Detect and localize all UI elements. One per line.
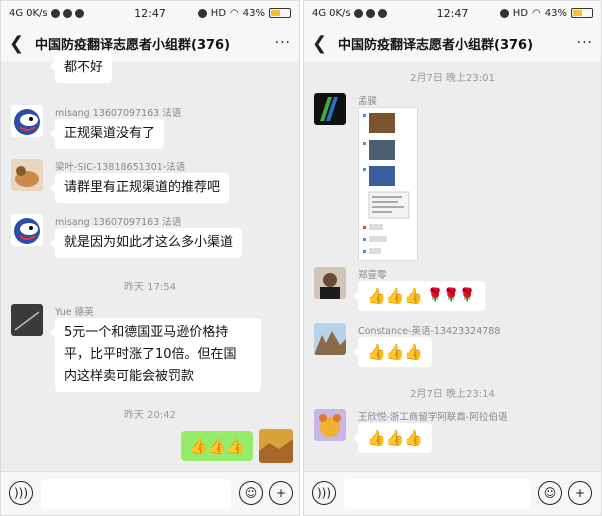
battery-icon <box>269 8 291 18</box>
message-bubble[interactable]: 👍👍👍 <box>352 337 433 367</box>
sender-name: misang 13607097163 法语 <box>55 108 182 119</box>
sender-name: 王欣悦-浙工商留学阿联酋-阿拉伯语 <box>358 412 508 423</box>
left-chat-screen: 4G 0K/s 12:47 HD ◠ 43% ❮ 中国防疫翻译志愿者小组群(37… <box>0 0 300 516</box>
sender-name: 梁叶-SIC-13818651301-法语 <box>55 162 186 173</box>
message-bubble[interactable]: 5元一个和德国亚马逊价格持 平，比平时涨了10倍。但在国 内这样卖可能会被罚款 <box>50 318 261 392</box>
message-item: 孟骏 <box>314 93 595 263</box>
emoji-icon[interactable]: ☺ <box>239 481 263 505</box>
message-input[interactable] <box>41 479 231 509</box>
avatar[interactable] <box>314 93 346 125</box>
status-bar: 4G 0K/s 12:47 HD ◠ 43% <box>304 1 601 25</box>
message-text-line: 内这样卖可能会被罚款 <box>64 369 195 384</box>
message-bubble[interactable]: 👍👍👍 🌹🌹🌹 <box>353 281 485 311</box>
avatar[interactable] <box>11 159 43 191</box>
emoji-icon[interactable]: ☺ <box>538 481 562 505</box>
avatar[interactable] <box>314 323 346 355</box>
avatar[interactable] <box>11 214 43 246</box>
sender-name: 郑壹零 <box>358 270 387 281</box>
timestamp: 昨天 20:42 <box>124 410 176 421</box>
rose-icon: 🌹🌹🌹 <box>427 288 476 303</box>
battery-icon <box>571 8 593 18</box>
message-item: Constance-英语-13423324788 👍👍👍 <box>314 323 595 373</box>
group-title: 中国防疫翻译志愿者小组群(376) <box>338 37 534 53</box>
thumbs-up-icon: 👍👍👍 <box>367 429 424 447</box>
message-text: 请群里有正规渠道的推荐吧 <box>64 180 221 195</box>
message-bubble[interactable]: 👍👍👍 <box>352 423 433 453</box>
avatar[interactable] <box>314 409 346 441</box>
message-item: Yue 德英 5元一个和德国亚马逊价格持 平，比平时涨了10倍。但在国 内这样卖… <box>11 304 293 394</box>
group-title: 中国防疫翻译志愿者小组群(376) <box>35 37 231 53</box>
avatar[interactable] <box>11 105 43 137</box>
timestamp: 2月7日 晚上23:14 <box>410 389 495 400</box>
image-message[interactable] <box>358 107 418 261</box>
message-item: 郑壹零 👍👍👍 🌹🌹🌹 <box>314 267 595 317</box>
timestamp: 昨天 17:54 <box>124 282 176 293</box>
input-bar: ))) ☺ + <box>1 471 299 515</box>
message-text: 都不好 <box>64 60 104 75</box>
plus-icon[interactable]: + <box>269 481 293 505</box>
message-item: 梁叶-SIC-13818651301-法语 请群里有正规渠道的推荐吧 <box>11 159 293 207</box>
message-item: misang 13607097163 法语 就是因为如此才这么多小渠道 <box>11 214 293 262</box>
sender-name: 孟骏 <box>358 96 378 107</box>
sender-name: misang 13607097163 法语 <box>55 217 182 228</box>
right-chat-screen: 4G 0K/s 12:47 HD ◠ 43% ❮ 中国防疫翻译志愿者小组群(37… <box>303 0 602 516</box>
message-bubble[interactable]: 就是因为如此才这么多小渠道 <box>49 228 243 258</box>
more-options-icon[interactable]: ··· <box>577 35 593 51</box>
voice-icon[interactable]: ))) <box>312 481 336 505</box>
self-avatar[interactable] <box>259 429 293 463</box>
avatar[interactable] <box>11 304 43 336</box>
thumbs-up-icon: 👍👍👍 <box>367 287 424 305</box>
message-text: 就是因为如此才这么多小渠道 <box>64 235 234 250</box>
avatar[interactable] <box>314 267 346 299</box>
message-text-line: 5元一个和德国亚马逊价格持 <box>64 325 229 340</box>
sender-name: Constance-英语-13423324788 <box>358 326 501 337</box>
message-bubble[interactable]: 请群里有正规渠道的推荐吧 <box>49 173 230 203</box>
self-message-bubble[interactable]: 👍👍👍 <box>181 431 253 461</box>
message-text: 正规渠道没有了 <box>64 126 156 141</box>
thumbs-up-icon: 👍👍👍 <box>188 437 246 455</box>
message-bubble[interactable]: 正规渠道没有了 <box>49 119 165 149</box>
message-item: 王欣悦-浙工商留学阿联酋-阿拉伯语 👍👍👍 <box>314 409 595 459</box>
thumbs-up-icon: 👍👍👍 <box>367 343 424 361</box>
message-item: misang 13607097163 法语 正规渠道没有了 <box>11 105 293 153</box>
sender-name: Yue 德英 <box>55 307 94 318</box>
message-list[interactable]: 2月7日 晚上23:01 孟骏 郑壹零 👍👍👍 🌹🌹🌹 Constance-英语… <box>304 61 601 471</box>
input-bar: ))) ☺ + <box>304 471 601 515</box>
clock: 12:47 <box>134 6 166 20</box>
clock: 12:47 <box>436 6 469 20</box>
chat-header: ❮ 中国防疫翻译志愿者小组群(376) ··· <box>1 25 299 61</box>
voice-icon[interactable]: ))) <box>9 481 33 505</box>
status-bar: 4G 0K/s 12:47 HD ◠ 43% <box>1 1 299 25</box>
plus-icon[interactable]: + <box>568 481 592 505</box>
more-options-icon[interactable]: ··· <box>275 35 291 51</box>
timestamp: 2月7日 晚上23:01 <box>410 73 495 84</box>
back-arrow-icon[interactable]: ❮ <box>9 33 29 54</box>
back-arrow-icon[interactable]: ❮ <box>312 33 332 54</box>
message-text-line: 平，比平时涨了10倍。但在国 <box>64 347 237 362</box>
message-list[interactable]: 都不好 misang 13607097163 法语 正规渠道没有了 梁叶-SIC… <box>1 51 299 471</box>
chat-header: ❮ 中国防疫翻译志愿者小组群(376) ··· <box>304 25 601 61</box>
message-bubble-partial: 都不好 <box>49 51 113 83</box>
message-input[interactable] <box>344 479 530 509</box>
